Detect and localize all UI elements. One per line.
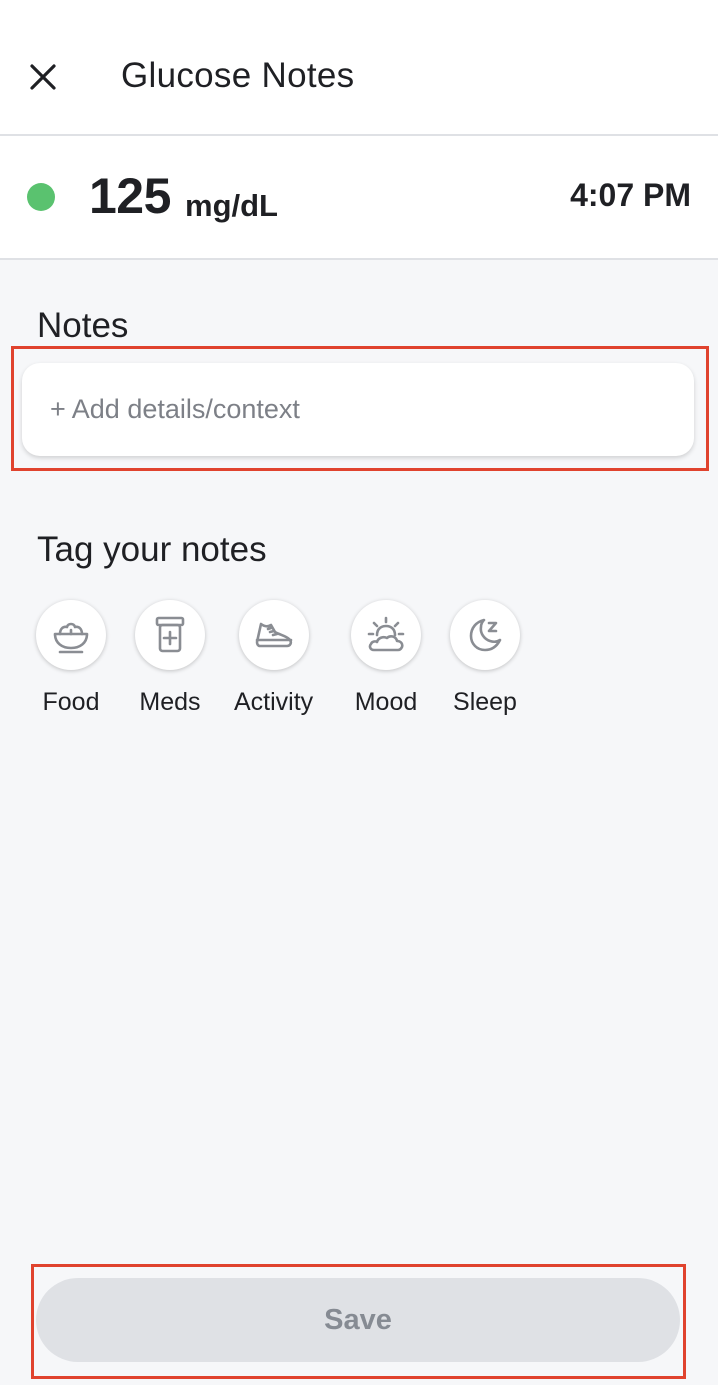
tag-mood-label: Mood: [354, 688, 418, 716]
notes-input[interactable]: + Add details/context: [22, 363, 694, 456]
glucose-status-dot: [27, 183, 55, 211]
save-button[interactable]: Save: [36, 1278, 680, 1362]
pill-bottle-icon: [155, 616, 185, 653]
glucose-unit: mg/dL: [185, 188, 278, 223]
food-bowl-icon: [53, 622, 89, 654]
page-title: Glucose Notes: [121, 56, 355, 95]
tag-meds-label: Meds: [139, 688, 201, 716]
header: Glucose Notes: [0, 0, 718, 136]
close-icon: [30, 64, 56, 90]
tag-meds-circle: [135, 600, 205, 670]
notes-label: Notes: [37, 306, 129, 345]
close-button[interactable]: [20, 54, 66, 100]
tag-meds[interactable]: Meds: [135, 600, 205, 717]
reading-time: 4:07 PM: [570, 177, 691, 213]
tag-activity-circle: [238, 600, 309, 670]
tag-mood[interactable]: Mood: [351, 600, 421, 717]
tag-mood-circle: [351, 600, 421, 670]
tag-activity[interactable]: Activity: [234, 600, 313, 717]
tag-food-label: Food: [42, 688, 100, 716]
tag-food[interactable]: Food: [36, 600, 106, 717]
sun-cloud-icon: [367, 616, 405, 652]
tag-list: Food Meds Activity Mood Sleep: [0, 600, 718, 730]
tag-sleep-label: Sleep: [453, 688, 517, 716]
notes-placeholder: + Add details/context: [50, 394, 300, 424]
tag-sleep-circle: [450, 600, 520, 670]
glucose-value: 125: [89, 168, 171, 224]
sneaker-icon: [255, 622, 292, 648]
tag-activity-label: Activity: [234, 688, 314, 716]
tags-label: Tag your notes: [37, 530, 267, 569]
tag-food-circle: [36, 600, 106, 670]
moon-sleep-icon: [469, 618, 502, 652]
tag-sleep[interactable]: Sleep: [450, 600, 520, 717]
